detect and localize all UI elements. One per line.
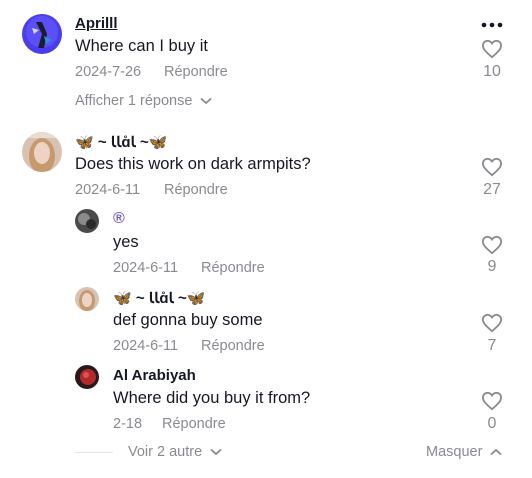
reply-button[interactable]: Répondre (164, 182, 228, 198)
like-heart-icon[interactable] (481, 313, 503, 333)
more-options-icon[interactable] (480, 18, 504, 32)
like-heart-icon[interactable] (481, 391, 503, 411)
comment-date: 2024-7-26 (75, 64, 142, 80)
reply-author[interactable]: Al Arabiyah (113, 367, 196, 384)
hide-replies-button[interactable]: Masquer (426, 444, 503, 460)
view-more-label: Voir 2 autre (128, 444, 203, 460)
like-heart-icon[interactable] (481, 157, 503, 177)
chevron-down-icon (200, 98, 213, 105)
divider (75, 452, 113, 453)
reply-text: yes (113, 233, 139, 251)
reply-text: Where did you buy it from? (113, 389, 311, 407)
hide-label: Masquer (426, 444, 483, 460)
reply-date: 2024-6-11 (113, 338, 179, 354)
reply-date: 2024-6-11 (113, 260, 179, 276)
comment-text: Does this work on dark armpits? (75, 155, 311, 173)
reply-button[interactable]: Répondre (201, 260, 265, 276)
comment-text: Where can I buy it (75, 37, 208, 55)
like-count: 7 (487, 337, 497, 354)
avatar[interactable] (75, 209, 99, 233)
reply-text: def gonna buy some (113, 311, 263, 329)
like-count: 9 (487, 258, 497, 275)
like-count: 10 (483, 63, 501, 80)
show-replies-label: Afficher 1 réponse (75, 93, 193, 109)
reply-button[interactable]: Répondre (201, 338, 265, 354)
show-replies-button[interactable]: Afficher 1 réponse (75, 93, 213, 109)
chevron-down-icon (210, 449, 222, 456)
reply-button[interactable]: Répondre (164, 64, 228, 80)
comment-author[interactable]: Aprilll (75, 15, 118, 32)
like-heart-icon[interactable] (481, 235, 503, 255)
like-count: 0 (487, 415, 497, 432)
like-count: 27 (483, 181, 501, 198)
reply-author[interactable]: 🦋 ~ ꙆꙆɑ̊Ꙇ ~🦋 (113, 289, 205, 307)
reply-button[interactable]: Répondre (162, 416, 226, 432)
view-more-replies-button[interactable]: Voir 2 autre (128, 444, 222, 460)
chevron-up-icon (490, 448, 503, 456)
comment-author[interactable]: 🦋 ~ ꙆꙆɑ̊Ꙇ ~🦋 (75, 133, 167, 151)
comment-date: 2024-6-11 (75, 182, 141, 198)
reply-date: 2-18 (113, 416, 143, 432)
avatar[interactable] (75, 287, 99, 311)
avatar[interactable] (75, 365, 99, 389)
like-heart-icon[interactable] (481, 39, 503, 59)
avatar[interactable] (22, 14, 62, 54)
reply-author[interactable]: ® (113, 210, 125, 228)
avatar[interactable] (22, 132, 62, 172)
